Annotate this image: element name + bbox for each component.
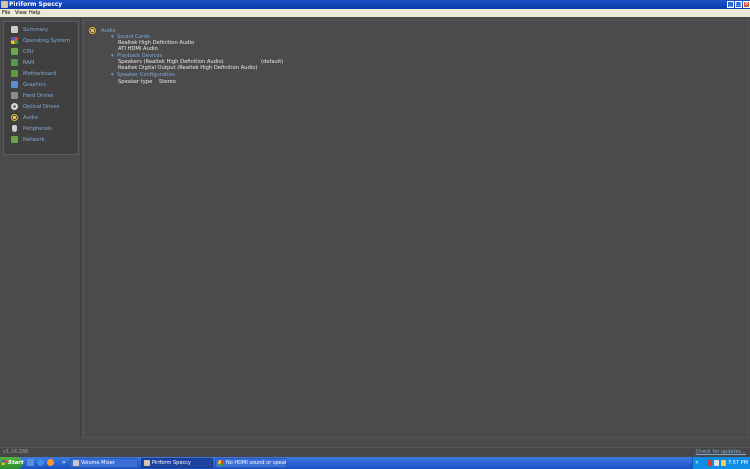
sidebar-item-label: Motherboard — [23, 71, 57, 77]
sidebar-item-hard-drives[interactable]: Hard Drives — [8, 91, 76, 101]
speaker-icon — [11, 114, 18, 121]
media-player-icon[interactable] — [47, 459, 54, 466]
summary-icon — [11, 26, 18, 33]
speaker-type-value: Stereo — [159, 79, 176, 85]
sidebar-item-peripherals[interactable]: Peripherals — [8, 124, 76, 134]
windows-logo-icon — [2, 460, 7, 465]
volume-icon[interactable] — [721, 460, 726, 466]
network-icon — [11, 136, 18, 143]
tray-expand-icon[interactable]: « — [695, 457, 699, 469]
panel-divider — [80, 17, 81, 437]
sidebar-item-motherboard[interactable]: Motherboard — [8, 69, 76, 79]
show-desktop-icon[interactable] — [27, 459, 34, 466]
title-bar: Piriform Speccy _ □ × — [0, 0, 750, 9]
taskbar-button-browser[interactable]: No HDMI sound or speak... — [215, 458, 287, 468]
menu-bar: File View Help — [0, 9, 750, 17]
sidebar-item-label: Peripherals — [23, 126, 52, 132]
sidebar-item-network[interactable]: Network — [8, 135, 76, 145]
collapse-arrow-icon[interactable]: ▾ — [111, 53, 114, 59]
minimize-button[interactable]: _ — [727, 1, 734, 8]
speaker-type-label: Speaker type — [118, 79, 153, 85]
mouse-icon — [12, 125, 17, 132]
ram-icon — [11, 59, 18, 66]
sidebar-item-ram[interactable]: RAM — [8, 58, 76, 68]
menu-file[interactable]: File — [2, 9, 10, 17]
menu-view[interactable]: View — [15, 9, 27, 17]
start-button[interactable]: Start — [0, 457, 24, 469]
speaker-icon — [89, 27, 96, 34]
optical-drive-icon — [11, 103, 18, 110]
chrome-icon — [218, 460, 224, 466]
volume-mixer-icon — [73, 460, 79, 466]
cpu-icon — [11, 48, 18, 55]
taskbar-button-label: Piriform Speccy — [152, 460, 191, 466]
sidebar-item-label: Summary — [23, 27, 49, 33]
sidebar-item-label: Operating System — [23, 38, 70, 44]
sidebar-item-operating-system[interactable]: Operating System — [8, 36, 76, 46]
taskbar: Start » Volume Mixer Piriform Speccy No … — [0, 457, 750, 469]
windows-logo-icon — [11, 37, 18, 44]
window-title: Piriform Speccy — [9, 1, 63, 8]
motherboard-icon — [11, 70, 18, 77]
internet-explorer-icon[interactable] — [37, 459, 44, 466]
collapse-arrow-icon[interactable]: ▾ — [111, 72, 114, 78]
collapse-arrow-icon[interactable]: ▾ — [111, 34, 114, 40]
sidebar-item-summary[interactable]: Summary — [8, 25, 76, 35]
sound-card-item: ATI HDMI Audio — [118, 46, 158, 52]
check-for-updates-link[interactable]: Check for updates... — [696, 449, 746, 455]
sidebar-item-graphics[interactable]: Graphics — [8, 80, 76, 90]
sidebar-item-label: Audio — [23, 115, 38, 121]
sidebar-item-label: Hard Drives — [23, 93, 54, 99]
menu-help[interactable]: Help — [29, 9, 40, 17]
sidebar-item-label: Network — [23, 137, 45, 143]
playback-device-item: Realtek Digital Output (Realtek High Def… — [118, 65, 258, 71]
sidebar-item-label: Graphics — [23, 82, 46, 88]
sidebar-item-audio[interactable]: Audio — [8, 113, 76, 123]
monitor-icon — [11, 81, 18, 88]
maximize-button[interactable]: □ — [735, 1, 742, 8]
speccy-app-icon — [1, 1, 8, 8]
sidebar: Summary Operating System CPU RAM Motherb… — [3, 21, 79, 155]
taskbar-button-label: No HDMI sound or speak... — [226, 460, 287, 466]
main-panel — [83, 20, 749, 438]
default-device-label: (default) — [261, 59, 284, 65]
taskbar-button-speccy[interactable]: Piriform Speccy — [141, 458, 213, 468]
group-title-speaker-configuration[interactable]: Speaker Configuration — [117, 72, 175, 78]
sidebar-item-cpu[interactable]: CPU — [8, 47, 76, 57]
close-button[interactable]: × — [743, 1, 750, 8]
quick-launch-chevron-icon[interactable]: » — [62, 457, 66, 469]
taskbar-button-label: Volume Mixer — [81, 460, 115, 466]
sidebar-item-label: CPU — [23, 49, 34, 55]
sidebar-item-optical-drives[interactable]: Optical Drives — [8, 102, 76, 112]
speccy-icon — [144, 460, 150, 466]
taskbar-button-volume-mixer[interactable]: Volume Mixer — [70, 458, 138, 468]
system-tray: « 7:57 PM — [692, 457, 750, 469]
start-label: Start — [8, 460, 24, 466]
clock[interactable]: 7:57 PM — [728, 457, 748, 469]
version-label: v1.14.288 — [3, 449, 29, 455]
network-icon[interactable] — [714, 460, 719, 466]
antivirus-icon[interactable] — [707, 460, 712, 466]
sidebar-item-label: RAM — [23, 60, 35, 66]
hard-drive-icon — [11, 92, 18, 99]
sidebar-item-label: Optical Drives — [23, 104, 60, 110]
